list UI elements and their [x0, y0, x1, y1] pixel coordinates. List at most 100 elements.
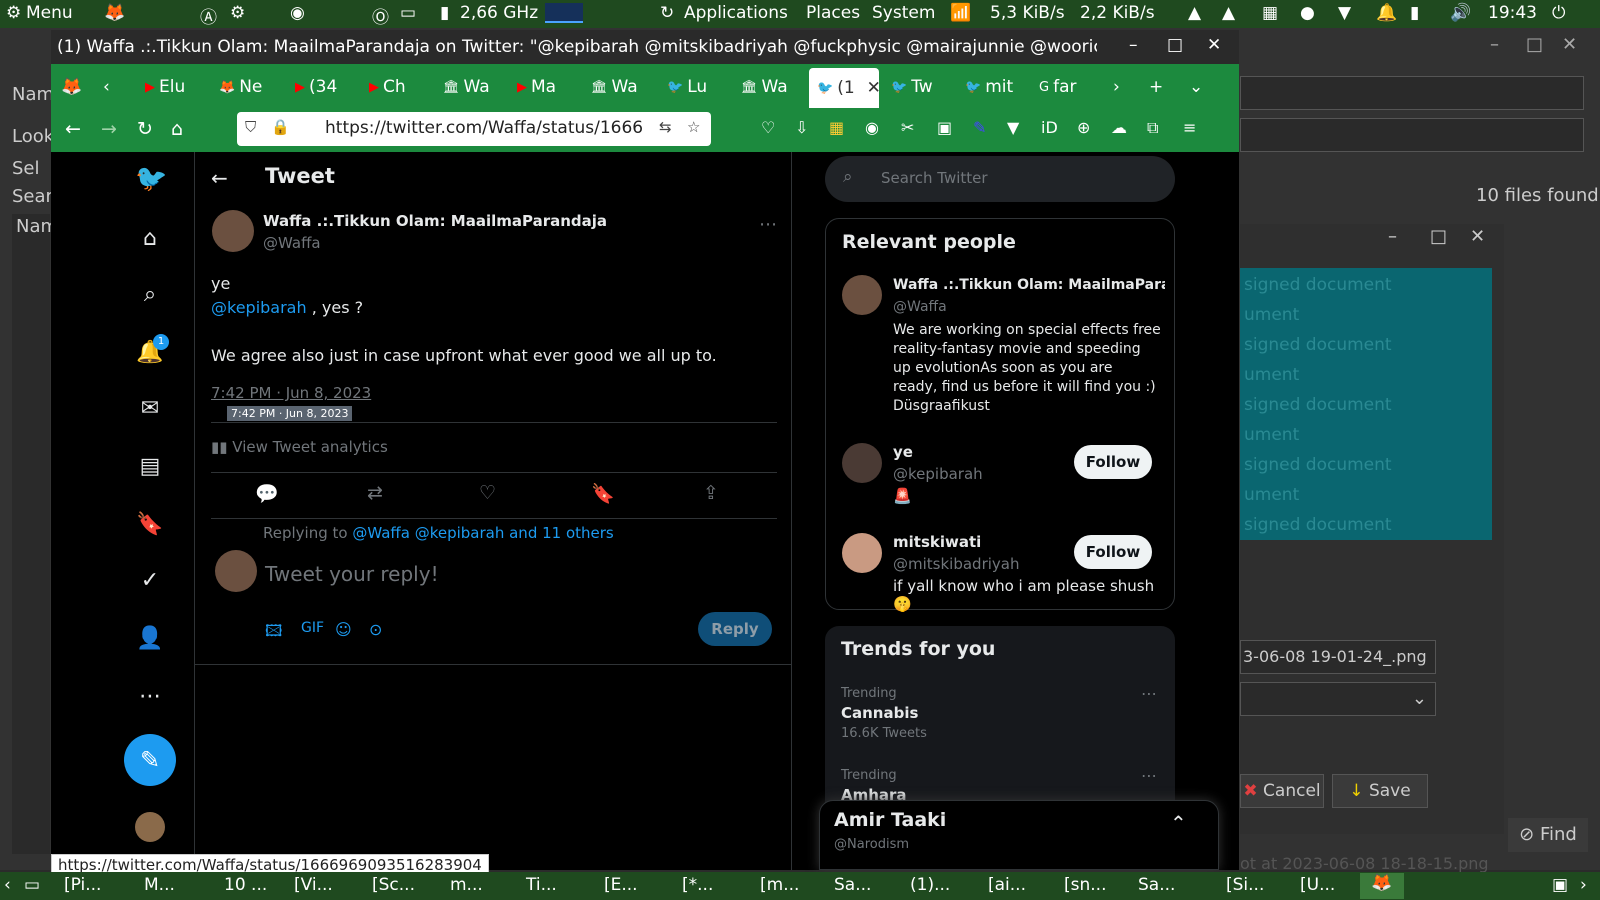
taskbar-item[interactable]: [U...	[1300, 875, 1335, 895]
terminal-icon[interactable]: ▭	[400, 3, 416, 23]
taskbar-item[interactable]: Ti...	[526, 875, 557, 895]
bookmarks-icon[interactable]: 🔖	[135, 510, 165, 540]
reply-button[interactable]: Reply	[698, 612, 772, 646]
taskbar-item[interactable]: (1)...	[910, 875, 950, 895]
person-handle[interactable]: @Waffa	[893, 299, 947, 315]
search-box[interactable]: ⌕ Search Twitter	[825, 156, 1175, 202]
battery-icon[interactable]: ▮	[1410, 3, 1419, 23]
cancel-button[interactable]: ✖ Cancel	[1240, 774, 1324, 808]
taskbar-item[interactable]: [Pi...	[64, 875, 101, 895]
hamburger-menu-icon[interactable]: ≡	[1183, 118, 1196, 137]
taskbar-item[interactable]: [*...	[682, 875, 713, 895]
downloads-icon[interactable]: ⇩	[795, 118, 808, 137]
author-name[interactable]: Waffa .:.Tikkun Olam: MaailmaParandaja	[263, 212, 607, 230]
person-avatar[interactable]	[842, 443, 882, 483]
taskbar-item[interactable]: [sn...	[1064, 875, 1106, 895]
search-input[interactable]: Search Twitter	[881, 169, 988, 187]
tab-wayback[interactable]: 🏛 Wa	[741, 70, 803, 104]
menu-button[interactable]: Menu	[26, 3, 73, 23]
messages-icon[interactable]: ✉	[135, 394, 165, 424]
mention-link[interactable]: @kepibarah	[211, 298, 307, 317]
audio-app-icon[interactable]: ▦	[1262, 3, 1278, 23]
home-icon[interactable]: ⌂	[171, 118, 183, 140]
taskbar-item[interactable]: [m...	[760, 875, 799, 895]
network-icon[interactable]: ▼	[1338, 3, 1351, 23]
follow-button[interactable]: Follow	[1074, 445, 1152, 479]
more-options-icon[interactable]: ⋯	[759, 214, 777, 235]
results-row[interactable]: ument	[1244, 420, 1492, 450]
app-launcher-icon[interactable]: Ⓐ	[200, 3, 217, 28]
pocket-icon[interactable]: ♡	[761, 118, 775, 137]
tab-list-icon[interactable]: ⌄	[1189, 70, 1203, 104]
forward-icon[interactable]: →	[101, 118, 117, 140]
save-button[interactable]: ↓ Save	[1332, 774, 1428, 808]
filename-field[interactable]: 3-06-08 19-01-24_.png	[1240, 640, 1436, 674]
taskbar-item[interactable]: m...	[450, 875, 483, 895]
close-tab-icon[interactable]: ✕	[867, 78, 879, 98]
person-handle[interactable]: @mitskibadriyah	[893, 555, 1019, 573]
media-icon[interactable]: ◉	[290, 3, 305, 23]
tweet-analytics-link[interactable]: ▮▮ View Tweet analytics	[211, 438, 388, 456]
taskbar-item[interactable]: M...	[144, 875, 175, 895]
emoji-icon[interactable]: ☺	[335, 620, 352, 639]
url-text[interactable]: https://twitter.com/Waffa/status/1666	[325, 118, 655, 138]
trend-name[interactable]: Cannabis	[841, 704, 918, 722]
tab-youtube[interactable]: ▶ Elu	[145, 70, 207, 104]
taskbar-item[interactable]: Sa...	[1138, 875, 1175, 895]
bg-maximize-icon[interactable]: □	[1526, 34, 1543, 55]
scroll-left-icon[interactable]: ‹	[4, 875, 11, 895]
record-icon[interactable]: ●	[1300, 3, 1315, 23]
follow-button[interactable]: Follow	[1074, 535, 1152, 569]
tweet-timestamp[interactable]: 7:42 PM · Jun 8, 2023	[211, 384, 371, 402]
reload-icon[interactable]: ↻	[137, 118, 153, 140]
extensions-puzzle-icon[interactable]: ⧉	[1147, 118, 1158, 138]
tab-twitter[interactable]: 🐦 Tw	[891, 70, 953, 104]
applications-menu[interactable]: Applications	[684, 3, 788, 23]
vlc-icon[interactable]: ▲	[1222, 3, 1235, 23]
person-name[interactable]: Waffa .:.Tikkun Olam: MaailmaPara...	[893, 277, 1165, 293]
tab-youtube[interactable]: ▶ Ch	[369, 70, 429, 104]
tab-youtube[interactable]: ▶ Ma	[517, 70, 579, 104]
tab-youtube[interactable]: ▶ (34	[295, 70, 355, 104]
person-name[interactable]: ye	[893, 443, 913, 461]
notification-bell-icon[interactable]: 🔔	[1376, 3, 1397, 23]
gif-icon[interactable]: GIF	[301, 620, 324, 636]
wifi-icon[interactable]: 📶	[950, 3, 971, 23]
extension-icon[interactable]: ✂	[901, 118, 914, 137]
author-handle[interactable]: @Waffa	[263, 234, 321, 252]
author-avatar[interactable]	[212, 210, 254, 252]
tab-twitter[interactable]: 🐦 Lu	[667, 70, 729, 104]
close-icon[interactable]: ✕	[1207, 35, 1221, 55]
location-icon[interactable]: ⊙	[369, 620, 382, 639]
explore-search-icon[interactable]: ⌕	[135, 280, 165, 310]
tab-firefox[interactable]: 🦊 Ne	[219, 70, 281, 104]
bookmark-star-icon[interactable]: ☆	[687, 118, 700, 136]
extension-icon[interactable]: ◉	[865, 118, 879, 137]
person-name[interactable]: mitskiwati	[893, 533, 981, 551]
expand-chevron-icon[interactable]: ⌃	[1170, 811, 1187, 835]
results-row[interactable]: signed document	[1244, 330, 1492, 360]
back-arrow-icon[interactable]: ←	[211, 166, 228, 190]
firefox-view-icon[interactable]: 🦊	[61, 70, 82, 104]
taskbar-item[interactable]: [E...	[604, 875, 638, 895]
find-button[interactable]: ⊘ Find	[1508, 818, 1588, 852]
retweet-icon[interactable]: ⇄	[367, 482, 383, 504]
user-avatar[interactable]	[215, 550, 257, 592]
account-avatar[interactable]	[135, 812, 165, 842]
tabs-scroll-left-icon[interactable]: ‹	[103, 70, 110, 104]
file-list-left[interactable]: Nam	[12, 214, 58, 854]
bookmark-icon[interactable]: 🔖	[591, 482, 615, 505]
show-desktop-icon[interactable]: ▭	[24, 875, 40, 895]
extension-icon[interactable]: ▣	[937, 118, 952, 137]
verified-icon[interactable]: ✓	[135, 566, 165, 596]
opera-icon[interactable]: Ⓞ	[372, 3, 389, 28]
places-menu[interactable]: Places	[806, 3, 860, 23]
profile-icon[interactable]: 👤	[135, 624, 165, 654]
firefox-launcher-icon[interactable]: 🦊	[104, 3, 125, 23]
translate-icon[interactable]: ⇆	[659, 118, 672, 136]
like-icon[interactable]: ♡	[479, 482, 496, 504]
trash-icon[interactable]: ▣	[1552, 875, 1568, 895]
bg-minimize-icon[interactable]: –	[1490, 34, 1499, 55]
notifications-icon[interactable]: 🔔 1	[135, 334, 169, 368]
volume-icon[interactable]: 🔊	[1450, 3, 1471, 23]
